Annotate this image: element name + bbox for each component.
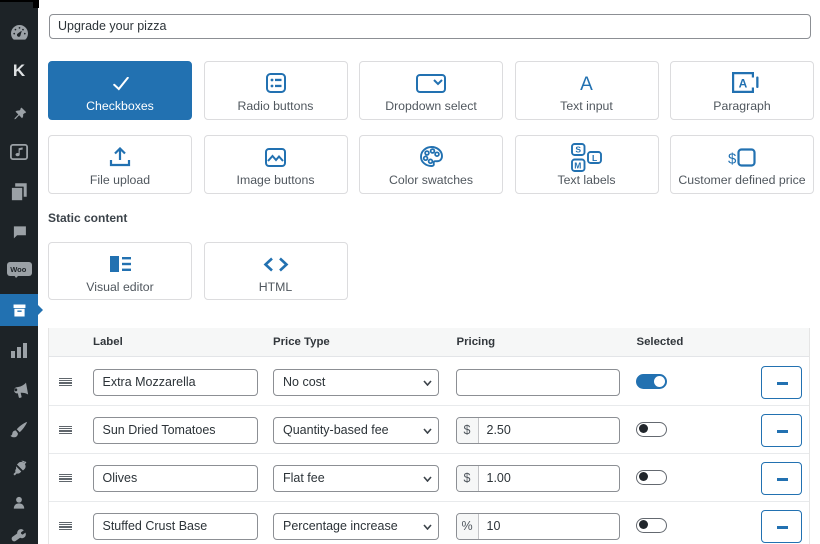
svg-text:Woo: Woo — [10, 265, 27, 274]
svg-text:$: $ — [728, 151, 737, 168]
svg-text:S: S — [575, 145, 581, 155]
svg-text:M: M — [574, 160, 581, 170]
svg-text:A: A — [739, 77, 748, 91]
svg-text:L: L — [592, 153, 597, 163]
